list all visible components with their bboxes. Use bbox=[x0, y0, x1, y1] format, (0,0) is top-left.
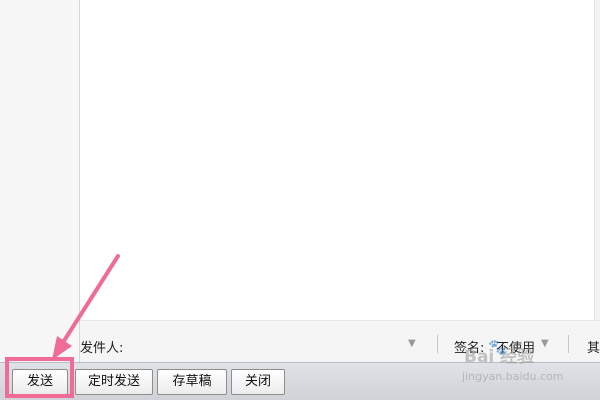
right-scroll-strip bbox=[594, 0, 600, 362]
more-options-label[interactable]: 其 bbox=[587, 337, 600, 356]
divider bbox=[437, 335, 438, 353]
highlight-box bbox=[5, 357, 74, 398]
left-panel bbox=[0, 0, 80, 362]
message-body-editor[interactable] bbox=[80, 0, 594, 320]
baidu-paw-icon: 🐾 bbox=[488, 338, 507, 356]
close-button[interactable]: 关闭 bbox=[231, 369, 285, 395]
sender-label: 发件人: bbox=[80, 341, 124, 356]
watermark-url: jingyan.baidu.com bbox=[462, 370, 564, 383]
watermark: Bai 经验 🐾 jingyan.baidu.com bbox=[460, 338, 580, 388]
save-draft-button[interactable]: 存草稿 bbox=[157, 369, 227, 395]
scheduled-send-button[interactable]: 定时发送 bbox=[75, 369, 153, 395]
sender-dropdown-icon[interactable]: ▼ bbox=[408, 338, 416, 349]
